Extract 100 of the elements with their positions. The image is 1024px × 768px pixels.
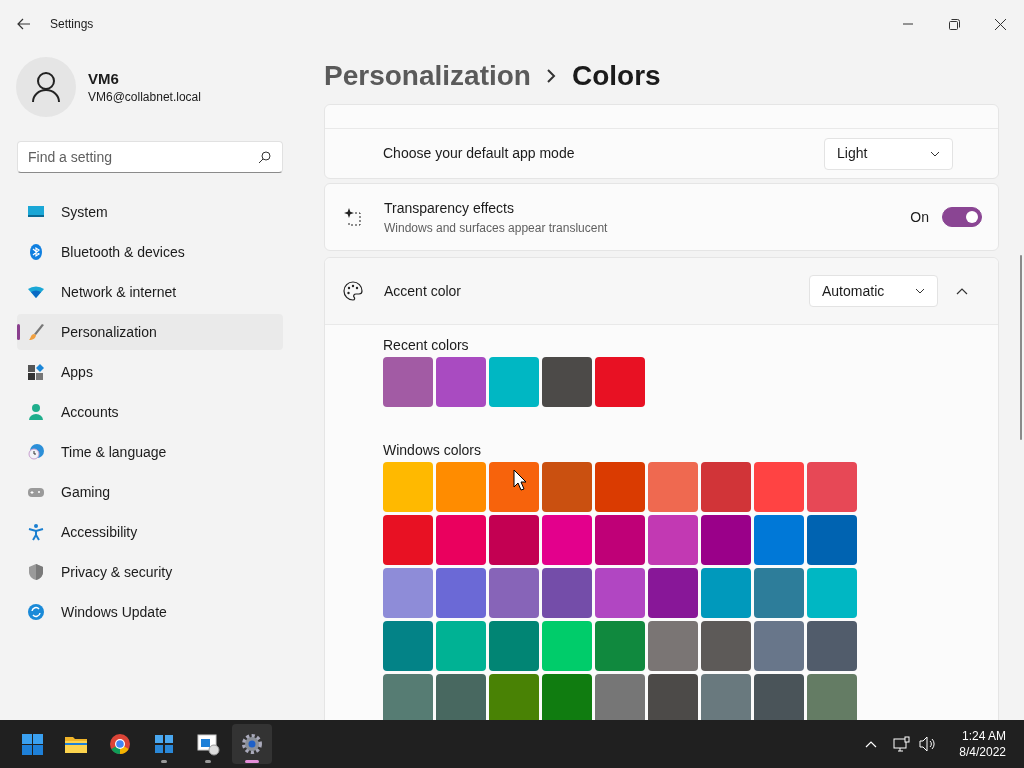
color-swatch[interactable] (436, 674, 486, 720)
color-swatch[interactable] (701, 674, 751, 720)
color-swatch[interactable] (436, 515, 486, 565)
nav-item[interactable]: Bluetooth & devices (17, 234, 283, 270)
app-mode-dropdown[interactable]: Light (824, 137, 953, 170)
section-label: Recent colors (383, 336, 470, 355)
search-icon[interactable] (258, 151, 271, 164)
color-swatch[interactable] (383, 357, 433, 407)
nav-item[interactable]: Apps (17, 354, 283, 390)
color-swatch[interactable] (383, 462, 433, 512)
person-icon (27, 403, 45, 421)
color-swatch[interactable] (542, 674, 592, 720)
color-swatch[interactable] (542, 568, 592, 618)
accent-dropdown[interactable]: Automatic (809, 275, 938, 307)
close-icon (994, 18, 1006, 30)
color-swatch[interactable] (754, 515, 804, 565)
color-swatch[interactable] (489, 357, 539, 407)
chevron-up-icon (956, 288, 968, 296)
setting-description: Windows and surfaces appear translucent (384, 219, 608, 237)
color-swatch[interactable] (489, 674, 539, 720)
nav-item[interactable]: System (17, 194, 283, 230)
nav-item[interactable]: Personalization (17, 314, 283, 350)
nav-item[interactable]: Time & language (17, 434, 283, 470)
chevron-up-icon[interactable] (865, 740, 878, 748)
color-swatch[interactable] (489, 568, 539, 618)
color-swatch[interactable] (807, 621, 857, 671)
color-swatch[interactable] (489, 462, 539, 512)
color-swatch[interactable] (807, 462, 857, 512)
clock-time[interactable]: 1:24 AM (959, 728, 1006, 744)
color-swatch[interactable] (542, 515, 592, 565)
color-swatch[interactable] (807, 515, 857, 565)
color-swatch[interactable] (595, 357, 645, 407)
page-title: Colors (571, 59, 661, 93)
color-swatch[interactable] (754, 674, 804, 720)
palette-icon (343, 281, 363, 301)
color-swatch[interactable] (436, 462, 486, 512)
color-swatch[interactable] (542, 357, 592, 407)
color-swatch[interactable] (807, 674, 857, 720)
breadcrumb-link[interactable]: Personalization (324, 55, 531, 97)
color-swatch[interactable] (542, 462, 592, 512)
color-swatch[interactable] (383, 674, 433, 720)
clock-date[interactable]: 8/4/2022 (959, 744, 1006, 760)
window-tiles-icon (152, 732, 176, 756)
color-swatch[interactable] (436, 568, 486, 618)
color-swatch[interactable] (648, 568, 698, 618)
volume-icon[interactable] (919, 736, 938, 752)
nav-item[interactable]: Network & internet (17, 274, 283, 310)
network-icon[interactable] (893, 736, 912, 752)
color-swatch[interactable] (701, 515, 751, 565)
back-icon[interactable] (17, 18, 31, 30)
color-swatch[interactable] (754, 462, 804, 512)
color-swatch[interactable] (701, 568, 751, 618)
color-swatch[interactable] (383, 515, 433, 565)
shield-icon (27, 563, 45, 581)
pointer-icon (513, 469, 527, 491)
accessibility-icon (27, 523, 45, 541)
nav-item[interactable]: Gaming (17, 474, 283, 510)
color-swatch[interactable] (701, 621, 751, 671)
monitor-disc-icon (196, 732, 220, 756)
globe-clock-icon (27, 443, 45, 461)
start-icon (20, 732, 44, 756)
color-swatch[interactable] (383, 568, 433, 618)
color-swatch[interactable] (807, 568, 857, 618)
nav-item[interactable]: Accessibility (17, 514, 283, 550)
color-swatch[interactable] (436, 621, 486, 671)
user-email: VM6@collabnet.local (88, 88, 201, 106)
color-swatch[interactable] (701, 462, 751, 512)
color-swatch[interactable] (595, 515, 645, 565)
nav-item[interactable]: Windows Update (17, 594, 283, 630)
chevron-down-icon (930, 150, 940, 157)
brush-icon (27, 323, 45, 341)
window-title: Settings (50, 16, 94, 33)
color-swatch[interactable] (383, 621, 433, 671)
section-label: Windows colors (383, 441, 483, 460)
nav-item[interactable]: Privacy & security (17, 554, 283, 590)
color-swatch[interactable] (595, 674, 645, 720)
bluetooth-icon (27, 243, 45, 261)
user-name: VM6 (88, 68, 120, 88)
color-swatch[interactable] (489, 515, 539, 565)
color-swatch[interactable] (595, 462, 645, 512)
chevron-icon (546, 69, 556, 83)
color-swatch[interactable] (436, 357, 486, 407)
color-swatch[interactable] (754, 568, 804, 618)
nav-item[interactable]: Accounts (17, 394, 283, 430)
search-field[interactable]: Find a setting (17, 141, 283, 173)
color-swatch[interactable] (648, 674, 698, 720)
restore-icon (948, 18, 960, 30)
toggle-state: On (910, 207, 929, 227)
color-swatch[interactable] (489, 621, 539, 671)
color-swatch[interactable] (595, 568, 645, 618)
chevron-down-icon (915, 288, 925, 294)
toggle-switch[interactable] (942, 207, 982, 227)
color-swatch[interactable] (648, 621, 698, 671)
color-swatch[interactable] (648, 515, 698, 565)
scrollbar[interactable] (1020, 255, 1022, 440)
color-swatch[interactable] (648, 462, 698, 512)
update-icon (27, 603, 45, 621)
color-swatch[interactable] (754, 621, 804, 671)
color-swatch[interactable] (542, 621, 592, 671)
color-swatch[interactable] (595, 621, 645, 671)
